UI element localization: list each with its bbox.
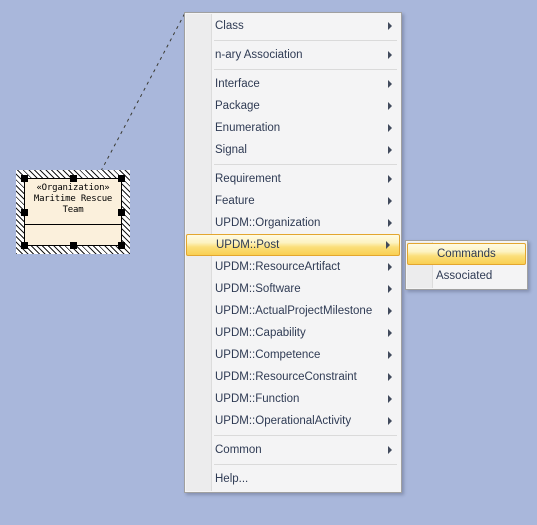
menu-item-updm-actualprojectmilestone[interactable]: UPDM::ActualProjectMilestone: [185, 300, 401, 322]
menu-separator: [185, 66, 401, 73]
resize-handle-e[interactable]: [118, 209, 125, 216]
menu-item-label: UPDM::ResourceArtifact: [215, 261, 341, 273]
submenu-item-associated[interactable]: Associated: [406, 265, 527, 287]
menu-item-label: UPDM::OperationalActivity: [215, 415, 352, 427]
menu-item-label: UPDM::Software: [215, 283, 301, 295]
menu-item-label: Class: [215, 20, 244, 32]
menu-item-label: UPDM::Capability: [215, 327, 306, 339]
menu-item-updm-software[interactable]: UPDM::Software: [185, 278, 401, 300]
menu-separator: [185, 432, 401, 439]
menu-item-updm-competence[interactable]: UPDM::Competence: [185, 344, 401, 366]
shape-body: «Organization» Maritime Rescue Team: [24, 178, 122, 246]
menu-item-requirement[interactable]: Requirement: [185, 168, 401, 190]
chevron-right-icon: [388, 263, 392, 271]
menu-item-enumeration[interactable]: Enumeration: [185, 117, 401, 139]
menu-item-label: Interface: [215, 78, 260, 90]
resize-handle-se[interactable]: [118, 242, 125, 249]
chevron-right-icon: [388, 329, 392, 337]
shape-name-line2: Team: [62, 205, 84, 215]
resize-handle-ne[interactable]: [118, 175, 125, 182]
chevron-right-icon: [388, 373, 392, 381]
menu-item-updm-function[interactable]: UPDM::Function: [185, 388, 401, 410]
chevron-right-icon: [388, 80, 392, 88]
menu-separator: [185, 461, 401, 468]
menu-item-label: Help...: [215, 473, 249, 485]
context-menu[interactable]: Class n-ary Association Interface Package En…: [184, 12, 402, 493]
chevron-right-icon: [388, 446, 392, 454]
uml-class-shape[interactable]: «Organization» Maritime Rescue Team: [16, 170, 130, 254]
menu-item-updm-post[interactable]: UPDM::Post: [186, 234, 400, 256]
resize-handle-s[interactable]: [70, 242, 77, 249]
menu-item-updm-resourceartifact[interactable]: UPDM::ResourceArtifact: [185, 256, 401, 278]
chevron-right-icon: [388, 285, 392, 293]
chevron-right-icon: [388, 22, 392, 30]
resize-handle-w[interactable]: [21, 209, 28, 216]
menu-item-updm-resourceconstraint[interactable]: UPDM::ResourceConstraint: [185, 366, 401, 388]
chevron-right-icon: [388, 307, 392, 315]
menu-item-signal[interactable]: Signal: [185, 139, 401, 161]
chevron-right-icon: [388, 175, 392, 183]
menu-item-help[interactable]: Help...: [185, 468, 401, 490]
menu-item-label: Commands: [437, 248, 496, 260]
menu-item-label: Feature: [215, 195, 255, 207]
menu-item-label: Associated: [436, 270, 493, 282]
chevron-right-icon: [386, 241, 390, 249]
menu-separator: [185, 161, 401, 168]
chevron-right-icon: [388, 124, 392, 132]
chevron-right-icon: [388, 395, 392, 403]
menu-item-class[interactable]: Class: [185, 15, 401, 37]
chevron-right-icon: [388, 102, 392, 110]
shape-name-line1: Maritime Rescue: [33, 194, 113, 204]
chevron-right-icon: [388, 197, 392, 205]
menu-item-n-ary-association[interactable]: n-ary Association: [185, 44, 401, 66]
menu-item-label: Requirement: [215, 173, 281, 185]
menu-item-label: UPDM::Post: [216, 239, 280, 251]
menu-item-label: Signal: [215, 144, 247, 156]
resize-handle-n[interactable]: [70, 175, 77, 182]
menu-item-updm-operationalactivity[interactable]: UPDM::OperationalActivity: [185, 410, 401, 432]
menu-item-label: Common: [215, 444, 262, 456]
shape-name-compartment: «Organization» Maritime Rescue Team: [25, 179, 121, 216]
shape-compartment-divider: [25, 224, 121, 225]
menu-item-updm-capability[interactable]: UPDM::Capability: [185, 322, 401, 344]
menu-item-label: UPDM::Competence: [215, 349, 321, 361]
menu-item-label: UPDM::Function: [215, 393, 300, 405]
resize-handle-nw[interactable]: [21, 175, 28, 182]
menu-item-updm-organization[interactable]: UPDM::Organization: [185, 212, 401, 234]
chevron-right-icon: [388, 51, 392, 59]
menu-item-label: UPDM::ActualProjectMilestone: [215, 305, 373, 317]
chevron-right-icon: [388, 417, 392, 425]
resize-handle-sw[interactable]: [21, 242, 28, 249]
menu-item-package[interactable]: Package: [185, 95, 401, 117]
menu-item-label: UPDM::ResourceConstraint: [215, 371, 357, 383]
menu-item-common[interactable]: Common: [185, 439, 401, 461]
chevron-right-icon: [388, 219, 392, 227]
shape-stereotype: «Organization»: [36, 183, 110, 193]
context-submenu[interactable]: Commands Associated: [405, 240, 528, 290]
chevron-right-icon: [388, 351, 392, 359]
menu-item-feature[interactable]: Feature: [185, 190, 401, 212]
menu-item-interface[interactable]: Interface: [185, 73, 401, 95]
submenu-item-commands[interactable]: Commands: [407, 243, 526, 265]
menu-item-label: n-ary Association: [215, 49, 303, 61]
menu-item-label: Enumeration: [215, 122, 281, 134]
menu-item-label: Package: [215, 100, 260, 112]
menu-separator: [185, 37, 401, 44]
chevron-right-icon: [388, 146, 392, 154]
menu-item-label: UPDM::Organization: [215, 217, 321, 229]
